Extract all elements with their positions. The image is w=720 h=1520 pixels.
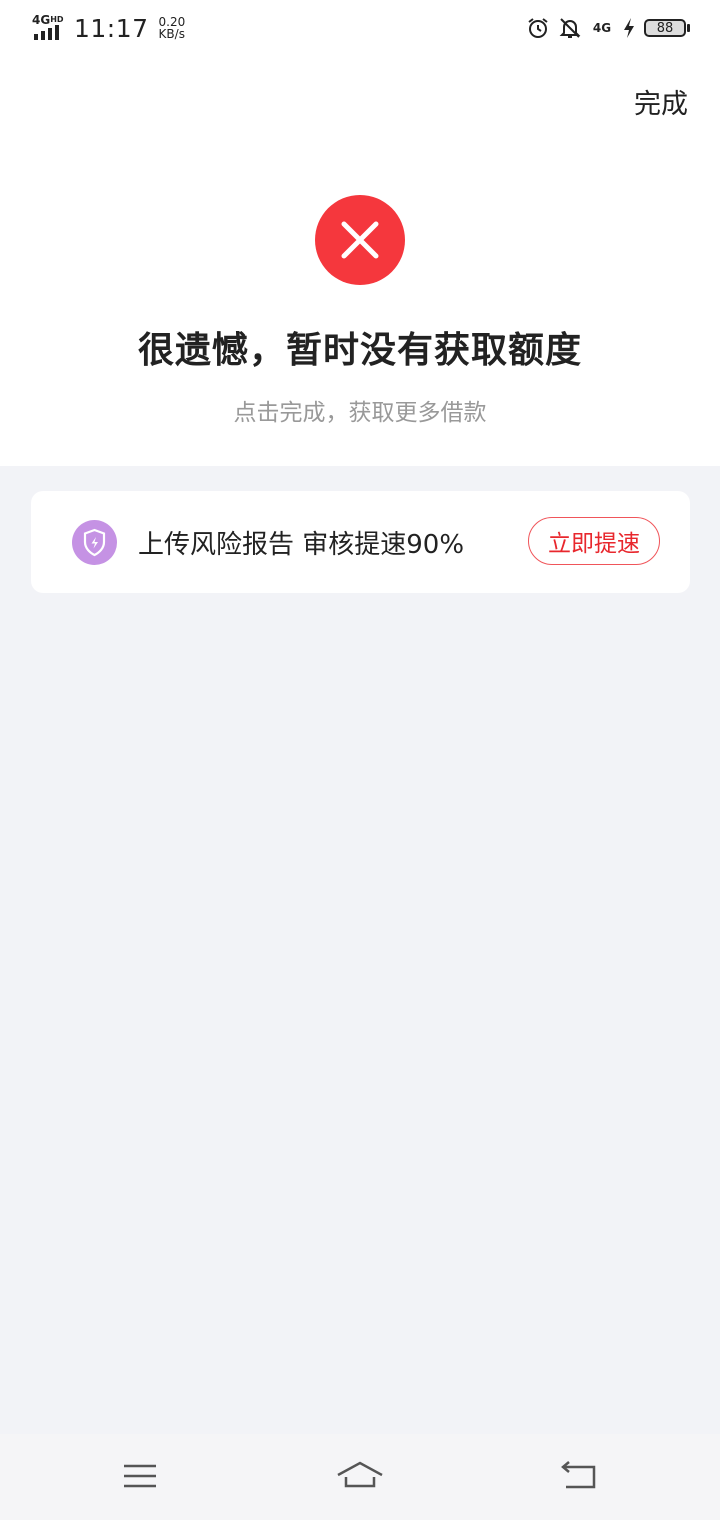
- promo-text: 上传风险报告 审核提速90%: [138, 530, 465, 560]
- speed-up-button[interactable]: 立即提速: [528, 517, 660, 565]
- status-bar: 4GHD 11:17 0.20 KB/s 4G 88: [0, 0, 720, 56]
- battery-level: 88: [644, 19, 686, 37]
- back-icon[interactable]: [555, 1452, 605, 1502]
- charging-icon: [622, 16, 636, 40]
- risk-report-card: 上传风险报告 审核提速90% 立即提速: [31, 491, 690, 593]
- cellular-signal-icon: 4GHD: [30, 14, 66, 42]
- alarm-icon: [526, 16, 550, 40]
- status-right: 4G 88: [526, 14, 690, 42]
- system-nav-bar: [0, 1434, 720, 1520]
- signal-4g-icon: 4G: [592, 21, 612, 35]
- bell-off-icon: [558, 16, 582, 40]
- result-header: 完成 很遗憾，暂时没有获取额度 点击完成，获取更多借款: [0, 56, 720, 466]
- error-x-icon: [315, 195, 405, 285]
- done-button[interactable]: 完成: [634, 82, 688, 121]
- home-icon[interactable]: [335, 1452, 385, 1502]
- shield-bolt-icon: [72, 520, 117, 565]
- result-title: 很遗憾，暂时没有获取额度: [137, 330, 582, 371]
- menu-icon[interactable]: [115, 1452, 165, 1502]
- result-subtitle: 点击完成，获取更多借款: [233, 400, 487, 426]
- status-left: 4GHD 11:17 0.20 KB/s: [30, 12, 185, 44]
- battery-icon: 88: [644, 19, 690, 37]
- status-time: 11:17: [74, 13, 149, 43]
- network-speed: 0.20 KB/s: [158, 15, 186, 41]
